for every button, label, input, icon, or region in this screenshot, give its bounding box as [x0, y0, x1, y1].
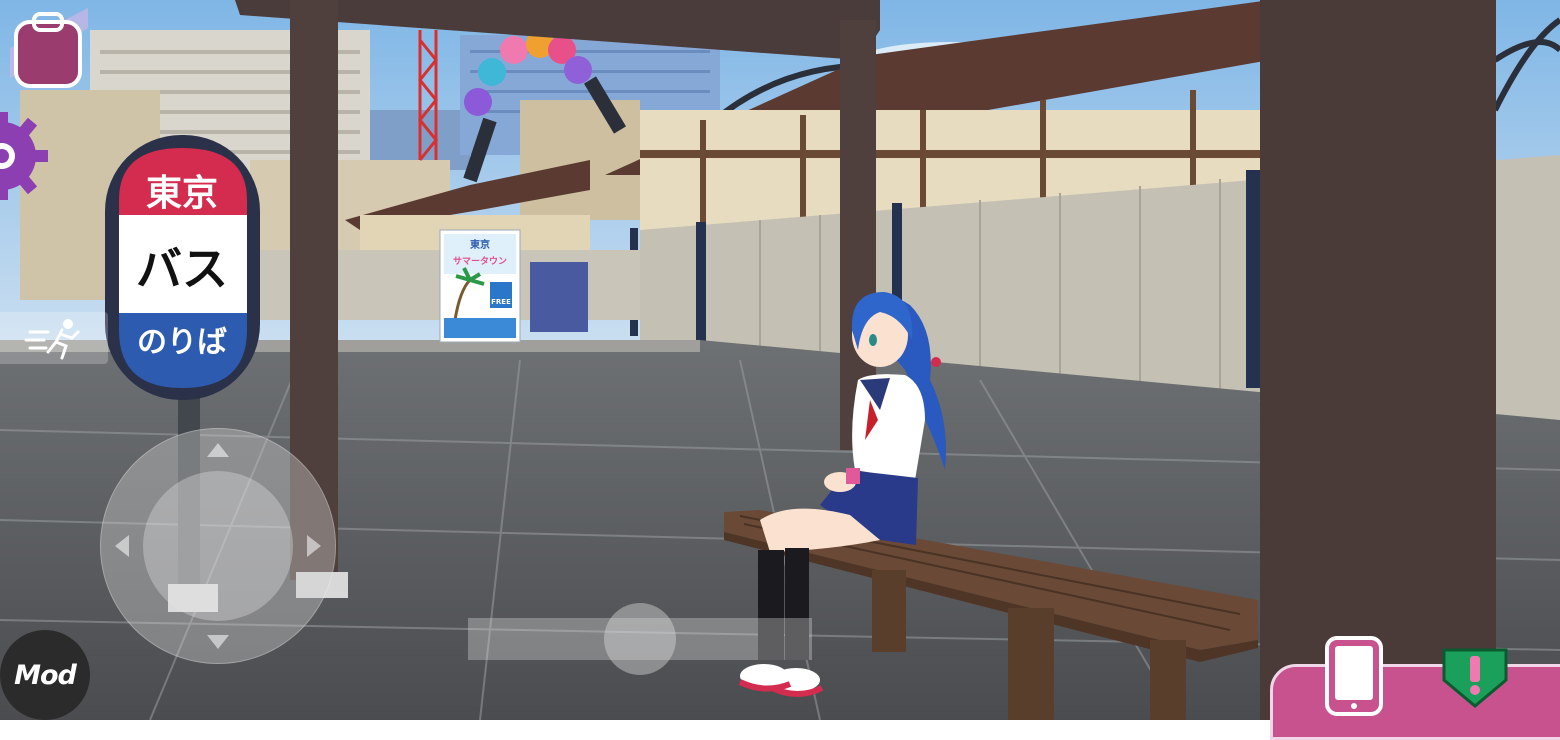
camera-slider[interactable] [468, 603, 812, 675]
bus-sign-city: 東京 [146, 172, 218, 214]
poster-wifi-label: FREE [491, 298, 511, 306]
bus-sign-subtitle: のりば [137, 325, 227, 360]
mod-button[interactable]: Mod [0, 630, 90, 720]
bottom-right-tray [1270, 664, 1560, 740]
joystick-knob[interactable] [143, 471, 293, 621]
bus-sign-title: バス [136, 242, 228, 296]
gear-icon [0, 112, 48, 200]
exclamation-shield-icon [1442, 648, 1508, 708]
bag-button[interactable] [10, 8, 88, 90]
movement-joystick[interactable] [100, 428, 336, 664]
phone-button[interactable] [1325, 636, 1383, 716]
poster-city: 東京 [470, 238, 490, 251]
summer-town-poster: 東京 サマータウン FREE [439, 229, 521, 343]
smartphone-icon [1325, 636, 1383, 716]
quest-button[interactable] [1440, 644, 1510, 710]
poster-title: サマータウン [453, 255, 507, 267]
settings-button[interactable] [0, 110, 54, 202]
run-button[interactable] [0, 312, 108, 364]
bag-icon [10, 8, 88, 88]
camera-slider-knob[interactable] [604, 603, 676, 675]
running-person-icon [24, 319, 80, 360]
vending-machine [530, 262, 588, 332]
